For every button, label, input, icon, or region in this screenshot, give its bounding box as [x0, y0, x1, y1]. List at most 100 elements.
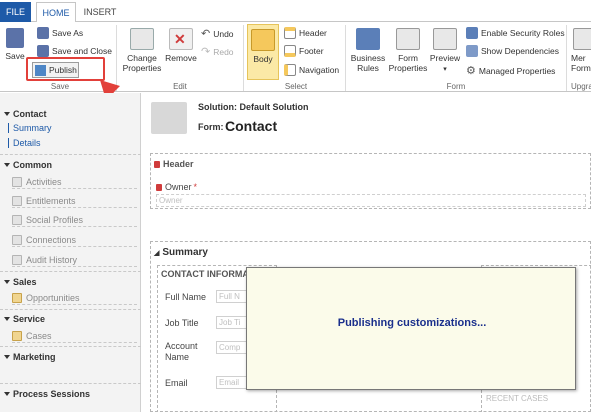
- lock-icon: [156, 184, 162, 191]
- remove-button[interactable]: ✕ Remove: [163, 28, 199, 63]
- form-title: Contact: [225, 118, 278, 134]
- undo-icon: ↶: [201, 28, 211, 40]
- form-properties-button[interactable]: Form Properties: [387, 28, 429, 73]
- gear-icon: ⚙: [466, 65, 476, 77]
- owner-field[interactable]: Owner: [156, 194, 586, 207]
- account-name-label-2: Name: [165, 352, 190, 362]
- merge-forms-label-2: Form: [571, 63, 591, 73]
- nav-item-connections[interactable]: Connections: [12, 233, 137, 247]
- undo-button[interactable]: ↶ Undo: [201, 27, 234, 40]
- managed-properties-button[interactable]: ⚙ Managed Properties: [466, 64, 555, 77]
- nav-item-label: Opportunities: [26, 292, 80, 303]
- redo-button[interactable]: ↷ Redo: [201, 45, 234, 58]
- nav-item-details[interactable]: Details: [8, 138, 41, 148]
- nav-item-label: Connections: [26, 234, 77, 245]
- form-properties-label-2: Properties: [388, 63, 428, 73]
- nav-heading-sales-label: Sales: [13, 277, 37, 287]
- account-name-label-1: Account: [165, 341, 198, 351]
- nav-heading-common-label: Common: [13, 160, 52, 170]
- connections-icon: [12, 234, 22, 245]
- nav-item-label: Entitlements: [26, 195, 76, 206]
- security-roles-icon: [466, 27, 478, 39]
- nav-item-audit-history[interactable]: Audit History: [12, 253, 137, 267]
- opportunities-icon: [12, 292, 22, 303]
- nav-item-label: Social Profiles: [26, 214, 84, 225]
- show-dependencies-button[interactable]: Show Dependencies: [466, 45, 559, 57]
- save-and-close-icon: [37, 45, 49, 57]
- business-rules-button[interactable]: Business Rules: [350, 28, 386, 73]
- collapse-triangle-icon: ◢: [154, 249, 160, 257]
- publishing-message: Publishing customizations...: [337, 317, 487, 329]
- nav-item-label: Audit History: [26, 254, 78, 265]
- owner-label-text: Owner: [165, 182, 192, 192]
- nav-item-social-profiles[interactable]: Social Profiles: [12, 213, 137, 227]
- nav-heading-common[interactable]: Common: [4, 160, 52, 170]
- account-name-label: Account Name: [165, 341, 198, 363]
- merge-forms-label-1: Mer: [571, 53, 586, 63]
- upgrade-group-label: Upgra: [571, 82, 591, 91]
- ribbon-separator: [243, 25, 244, 91]
- ribbon-separator: [566, 25, 567, 91]
- body-button[interactable]: Body: [247, 24, 279, 80]
- change-properties-button[interactable]: Change Properties: [122, 28, 162, 73]
- job-title-label: Job Title: [165, 318, 199, 328]
- collapse-triangle-icon: [4, 280, 10, 284]
- save-as-button[interactable]: Save As: [37, 27, 83, 39]
- nav-item-opportunities[interactable]: Opportunities: [12, 291, 137, 305]
- contact-information-heading: CONTACT INFORMA: [161, 269, 249, 279]
- business-rules-icon: [356, 28, 380, 50]
- save-button[interactable]: Save: [4, 28, 26, 61]
- remove-icon: ✕: [169, 28, 193, 50]
- preview-label: Preview: [429, 53, 461, 63]
- select-group-label: Select: [284, 82, 308, 91]
- owner-field-label: Owner *: [156, 182, 197, 193]
- nav-item-entitlements[interactable]: Entitlements: [12, 194, 137, 208]
- nav-item-summary[interactable]: Summary: [8, 123, 52, 133]
- email-label: Email: [165, 378, 188, 388]
- business-rules-label-1: Business: [350, 53, 386, 63]
- recent-cases-heading: RECENT CASES: [486, 394, 549, 403]
- nav-heading-sales[interactable]: Sales: [4, 277, 37, 287]
- nav-item-activities[interactable]: Activities: [12, 175, 137, 189]
- tab-file[interactable]: FILE: [0, 2, 31, 22]
- enable-security-roles-button[interactable]: Enable Security Roles: [466, 27, 565, 39]
- form-properties-label-1: Form: [398, 53, 418, 63]
- full-name-label: Full Name: [165, 292, 207, 302]
- tab-insert[interactable]: INSERT: [80, 2, 120, 23]
- nav-heading-service-label: Service: [13, 314, 46, 324]
- header-button[interactable]: Header: [284, 27, 327, 39]
- dependencies-icon: [466, 45, 478, 57]
- footer-button[interactable]: Footer: [284, 45, 324, 57]
- publishing-progress-dialog: Publishing customizations...: [246, 267, 576, 390]
- collapse-triangle-icon: [4, 392, 10, 396]
- header-section[interactable]: Header Owner * Owner: [150, 153, 591, 209]
- preview-button[interactable]: Preview ▾: [429, 28, 461, 75]
- nav-heading-contact-label: Contact: [13, 109, 47, 119]
- save-icon: [6, 28, 24, 48]
- collapse-triangle-icon: [4, 317, 10, 321]
- preview-icon: [433, 28, 457, 50]
- save-and-close-button[interactable]: Save and Close: [37, 45, 112, 57]
- navigation-button[interactable]: Navigation: [284, 64, 339, 76]
- nav-item-cases[interactable]: Cases: [12, 329, 137, 343]
- save-as-label: Save As: [52, 28, 84, 38]
- show-dependencies-label: Show Dependencies: [481, 46, 559, 56]
- nav-divider: [0, 271, 141, 272]
- publish-label: Publish: [49, 65, 77, 75]
- merge-forms-button[interactable]: Mer Form: [571, 28, 591, 73]
- save-label: Save: [5, 51, 25, 61]
- nav-divider: [0, 383, 141, 384]
- publish-button[interactable]: Publish: [32, 62, 79, 78]
- redo-icon: ↷: [201, 46, 211, 58]
- body-label: Body: [253, 54, 273, 64]
- nav-divider: [0, 154, 141, 155]
- header-icon: [284, 27, 296, 39]
- tab-home[interactable]: HOME: [36, 2, 76, 23]
- summary-section-title: ◢ Summary: [154, 247, 208, 258]
- nav-heading-process-sessions[interactable]: Process Sessions: [4, 389, 90, 399]
- nav-divider: [0, 346, 141, 347]
- nav-heading-service[interactable]: Service: [4, 314, 45, 324]
- lock-icon: [154, 160, 160, 168]
- nav-heading-contact[interactable]: Contact: [4, 109, 47, 119]
- nav-heading-marketing[interactable]: Marketing: [4, 352, 56, 362]
